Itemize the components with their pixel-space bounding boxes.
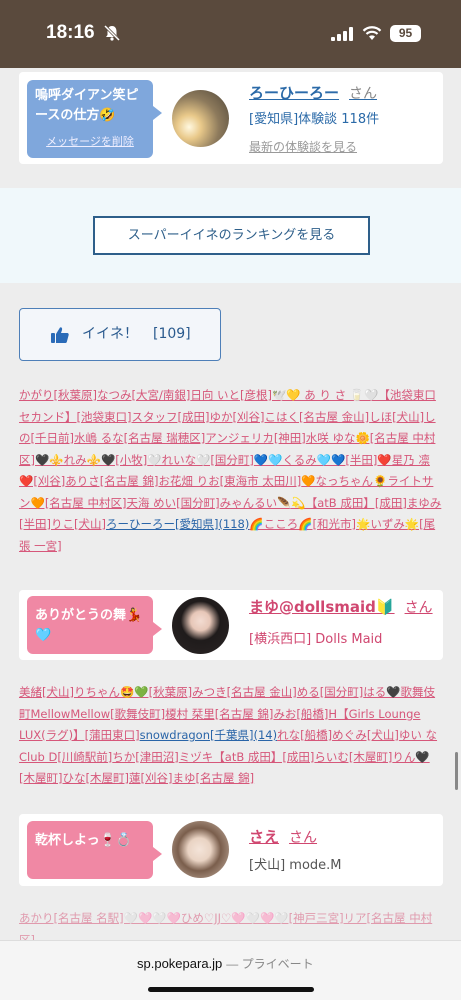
list-item[interactable]: 美緒[犬山] xyxy=(19,685,74,699)
list-item[interactable]: ろーひーろー[愛知県](118) xyxy=(106,517,249,531)
list-names: かがり[秋葉原]なつみ[大宮/南銀]日向 いと[彦根]🕊️💛 あ り さ 🥛🤍【… xyxy=(19,388,441,531)
list-item[interactable]: ミヅキ【atB 成田】[成田] xyxy=(179,750,315,764)
name-suffix: さん xyxy=(404,600,433,616)
thumbs-up-icon xyxy=(51,327,69,343)
like-button[interactable]: イイネ！ [109] xyxy=(19,308,221,361)
review-count: [愛知県]体験談 118件 xyxy=(249,112,380,127)
list-item[interactable]: まゆ[名古屋 錦] xyxy=(172,771,254,785)
wifi-icon xyxy=(362,26,382,40)
list-item[interactable]: みお[船橋] xyxy=(273,707,328,721)
avatar[interactable] xyxy=(172,90,229,147)
name-suffix: さん xyxy=(289,830,318,846)
domain-text: sp.pokepara.jp xyxy=(137,956,223,971)
list-item[interactable]: 蓮[刈谷] xyxy=(129,771,172,785)
list-item[interactable]: あかり[名古屋 名駅]🤍🩷🤍🩷ひめ♡JJ♡🩷🤍🩷🤍[神戸三宮]リア[名古屋 中村… xyxy=(19,911,432,940)
scrollbar[interactable] xyxy=(455,752,458,790)
list-item[interactable]: ひな[木屋町] xyxy=(62,771,128,785)
user-name-link[interactable]: まゆ@dollsmaid🔰 xyxy=(249,598,395,616)
ranking-section: スーパーイイネのランキングを見る xyxy=(0,188,461,283)
list-item[interactable]: みゃんるい🪶💫【atB 成田】[成田] xyxy=(220,496,407,510)
list-item[interactable]: りこ[犬山] xyxy=(51,517,106,531)
list-item[interactable]: りちゃん🤩💚[秋葉原] xyxy=(74,685,192,699)
list-item[interactable]: こはく[名古屋 金山] xyxy=(264,410,369,424)
latest-review-link[interactable]: 最新の体験談を見る xyxy=(249,138,357,155)
cellular-signal-icon xyxy=(331,27,353,41)
user-name-link[interactable]: ろーひーろー xyxy=(249,84,339,102)
delete-message-link[interactable]: メッセージを削除 xyxy=(35,132,145,152)
private-mode-label: — プライベート xyxy=(226,957,314,971)
home-indicator[interactable] xyxy=(148,987,314,992)
like-count: [109] xyxy=(153,326,191,342)
message-text: 乾杯しよっ🍷💍 xyxy=(35,833,132,848)
review-card: 嗚呼ダイアン笑ピースの仕方🤣 メッセージを削除 ろーひーろー さん [愛知県]体験… xyxy=(19,72,443,164)
liked-users-list: あかり[名古屋 名駅]🤍🩷🤍🩷ひめ♡JJ♡🩷🤍🩷🤍[神戸三宮]リア[名古屋 中村… xyxy=(19,908,443,940)
liked-users-list: かがり[秋葉原]なつみ[大宮/南銀]日向 いと[彦根]🕊️💛 あ り さ 🥛🤍【… xyxy=(19,385,443,557)
bell-muted-icon xyxy=(103,24,121,42)
list-item[interactable]: 💙🩵くるみ🩵💙[半田] xyxy=(254,453,378,467)
user-name-link[interactable]: さえ xyxy=(249,828,279,846)
list-item[interactable]: める[国分町] xyxy=(297,685,363,699)
list-item[interactable]: しほ[犬山] xyxy=(369,410,424,424)
list-item[interactable]: 🖤⚜️れみ⚜️🖤[小牧] xyxy=(35,453,147,467)
list-item[interactable]: 🤍れいな🤍[国分町] xyxy=(147,453,254,467)
message-text: ありがとうの舞💃🩵 xyxy=(35,608,143,643)
review-card: 乾杯しよっ🍷💍 さえ さん [犬山] mode.M xyxy=(19,814,443,886)
avatar[interactable] xyxy=(172,821,229,878)
review-card: ありがとうの舞💃🩵 まゆ@dollsmaid🔰 さん [横浜西口] Dolls M… xyxy=(19,590,443,660)
super-like-ranking-button[interactable]: スーパーイイネのランキングを見る xyxy=(93,216,370,255)
list-item[interactable]: ありさ[名古屋 錦] xyxy=(65,474,158,488)
list-item[interactable]: らいむ[木屋町] xyxy=(314,750,392,764)
url-domain: sp.pokepara.jp — プライベート xyxy=(137,955,314,972)
list-item[interactable]: ゆか[刈谷] xyxy=(209,410,264,424)
list-item[interactable]: 日向 いと[彦根] xyxy=(190,388,272,402)
battery-indicator: 95 xyxy=(390,25,421,42)
list-item[interactable]: アンジェリカ[神田] xyxy=(205,431,306,445)
message-text: 嗚呼ダイアン笑ピースの仕方🤣 xyxy=(35,88,139,123)
like-label: イイネ！ xyxy=(82,326,138,342)
list-item[interactable]: みつき[名古屋 金山] xyxy=(192,685,297,699)
message-bubble: 嗚呼ダイアン笑ピースの仕方🤣 メッセージを削除 xyxy=(27,80,162,158)
status-bar: 18:16 95 xyxy=(0,0,461,68)
list-item[interactable]: ちか[津田沼] xyxy=(112,750,178,764)
list-item[interactable]: お花畑 りお[東海市 太田川] xyxy=(158,474,301,488)
list-item[interactable]: スタッフ[成田] xyxy=(131,410,209,424)
page-content[interactable]: 嗚呼ダイアン笑ピースの仕方🤣 メッセージを削除 ろーひーろー さん [愛知県]体験… xyxy=(0,68,461,940)
name-suffix: さん xyxy=(349,86,378,102)
list-item[interactable]: れな[船橋] xyxy=(277,728,332,742)
list-item[interactable]: なつみ[大宮/南銀] xyxy=(97,388,190,402)
message-bubble: 乾杯しよっ🍷💍 xyxy=(27,821,162,879)
list-item[interactable]: 榎村 栞里[名古屋 錦] xyxy=(165,707,273,721)
list-item[interactable]: めぐみ[犬山] xyxy=(332,728,399,742)
list-item[interactable]: snowdragon[千葉県](14) xyxy=(140,728,278,742)
shop-name[interactable]: [横浜西口] Dolls Maid xyxy=(249,628,382,647)
avatar[interactable] xyxy=(172,597,229,654)
list-item[interactable]: かがり[秋葉原] xyxy=(19,388,97,402)
liked-users-list: 美緒[犬山]りちゃん🤩💚[秋葉原]みつき[名古屋 金山]める[国分町]はる🖤歌舞… xyxy=(19,682,443,790)
status-time: 18:16 xyxy=(46,22,95,43)
message-bubble: ありがとうの舞💃🩵 xyxy=(27,596,162,654)
list-item[interactable]: 天海 めい[国分町] xyxy=(126,496,219,510)
list-item[interactable]: 🌈こころ🌈[和光市] xyxy=(249,517,356,531)
browser-url-bar[interactable]: sp.pokepara.jp — プライベート xyxy=(0,940,461,1000)
list-item[interactable]: 水嶋 るな[名古屋 瑞穂区] xyxy=(74,431,205,445)
shop-name[interactable]: [犬山] mode.M xyxy=(249,854,342,873)
